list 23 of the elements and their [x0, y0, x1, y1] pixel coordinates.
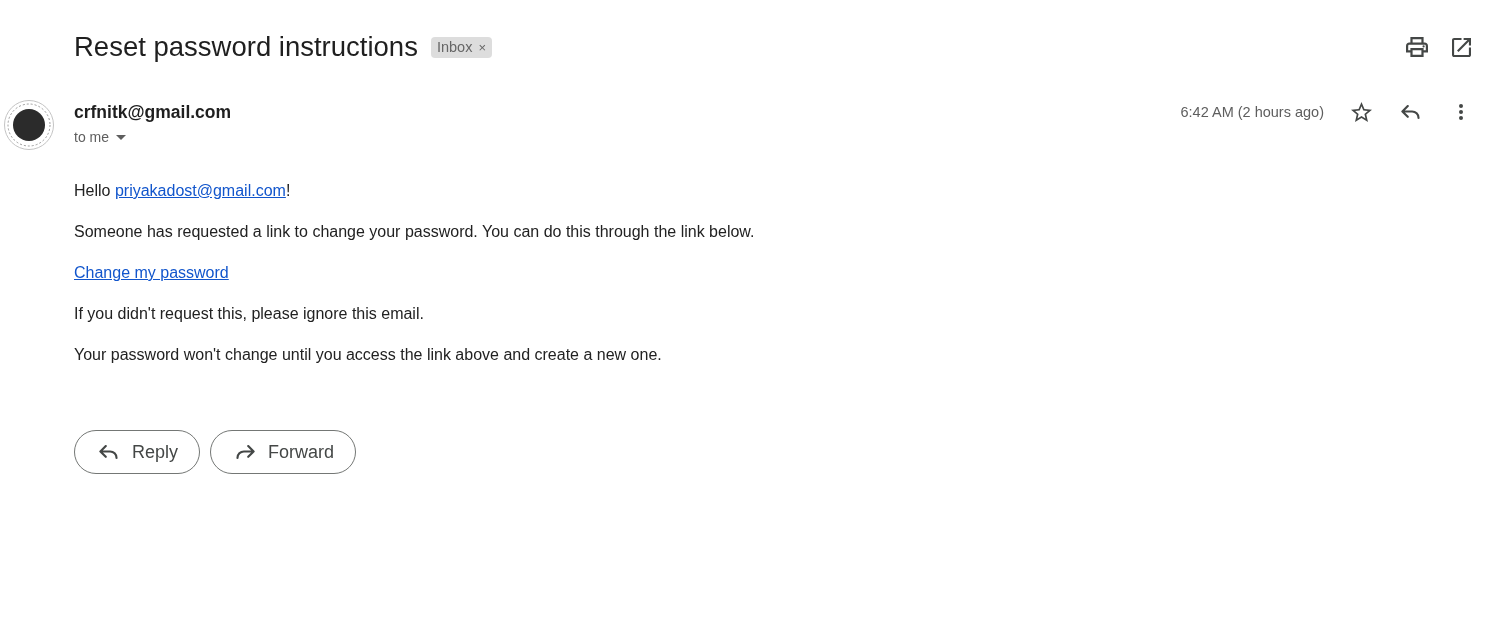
print-icon[interactable]: [1405, 37, 1428, 57]
reply-button[interactable]: Reply: [74, 430, 201, 474]
body-text: Hello priyakadost@gmail.com!: [74, 181, 291, 201]
reply-icon[interactable]: [1401, 105, 1421, 119]
reply-icon: [99, 445, 119, 459]
remove-label-button[interactable]: ×: [478, 36, 486, 58]
star-icon[interactable]: [1350, 102, 1372, 122]
body-text: If you didn't request this, please ignore this email.: [74, 304, 424, 324]
body-link[interactable]: priyakadost@gmail.com: [114, 182, 286, 199]
recipient-details-button[interactable]: to me: [74, 127, 126, 147]
caret-icon: [116, 134, 126, 140]
body-text: Your password won't change until you access the link above and create a new one.: [74, 345, 662, 365]
more-options-icon[interactable]: [1459, 104, 1463, 120]
label-text: Inbox: [436, 37, 473, 57]
forward-icon: [235, 445, 256, 459]
forward-button[interactable]: Forward: [210, 430, 357, 474]
sender-address: crfnitk@gmail.com: [74, 101, 232, 123]
email-subject: Reset password instructions: [74, 30, 418, 64]
open-in-new-window-icon[interactable]: [1452, 37, 1471, 57]
avatar-icon: [4, 100, 54, 150]
received-time: 6:42 AM (2 hours ago): [1180, 104, 1324, 120]
body-link[interactable]: Change my password: [74, 264, 229, 281]
body-text: Someone has requested a link to change your password. You can do this through the link below.: [74, 222, 755, 242]
